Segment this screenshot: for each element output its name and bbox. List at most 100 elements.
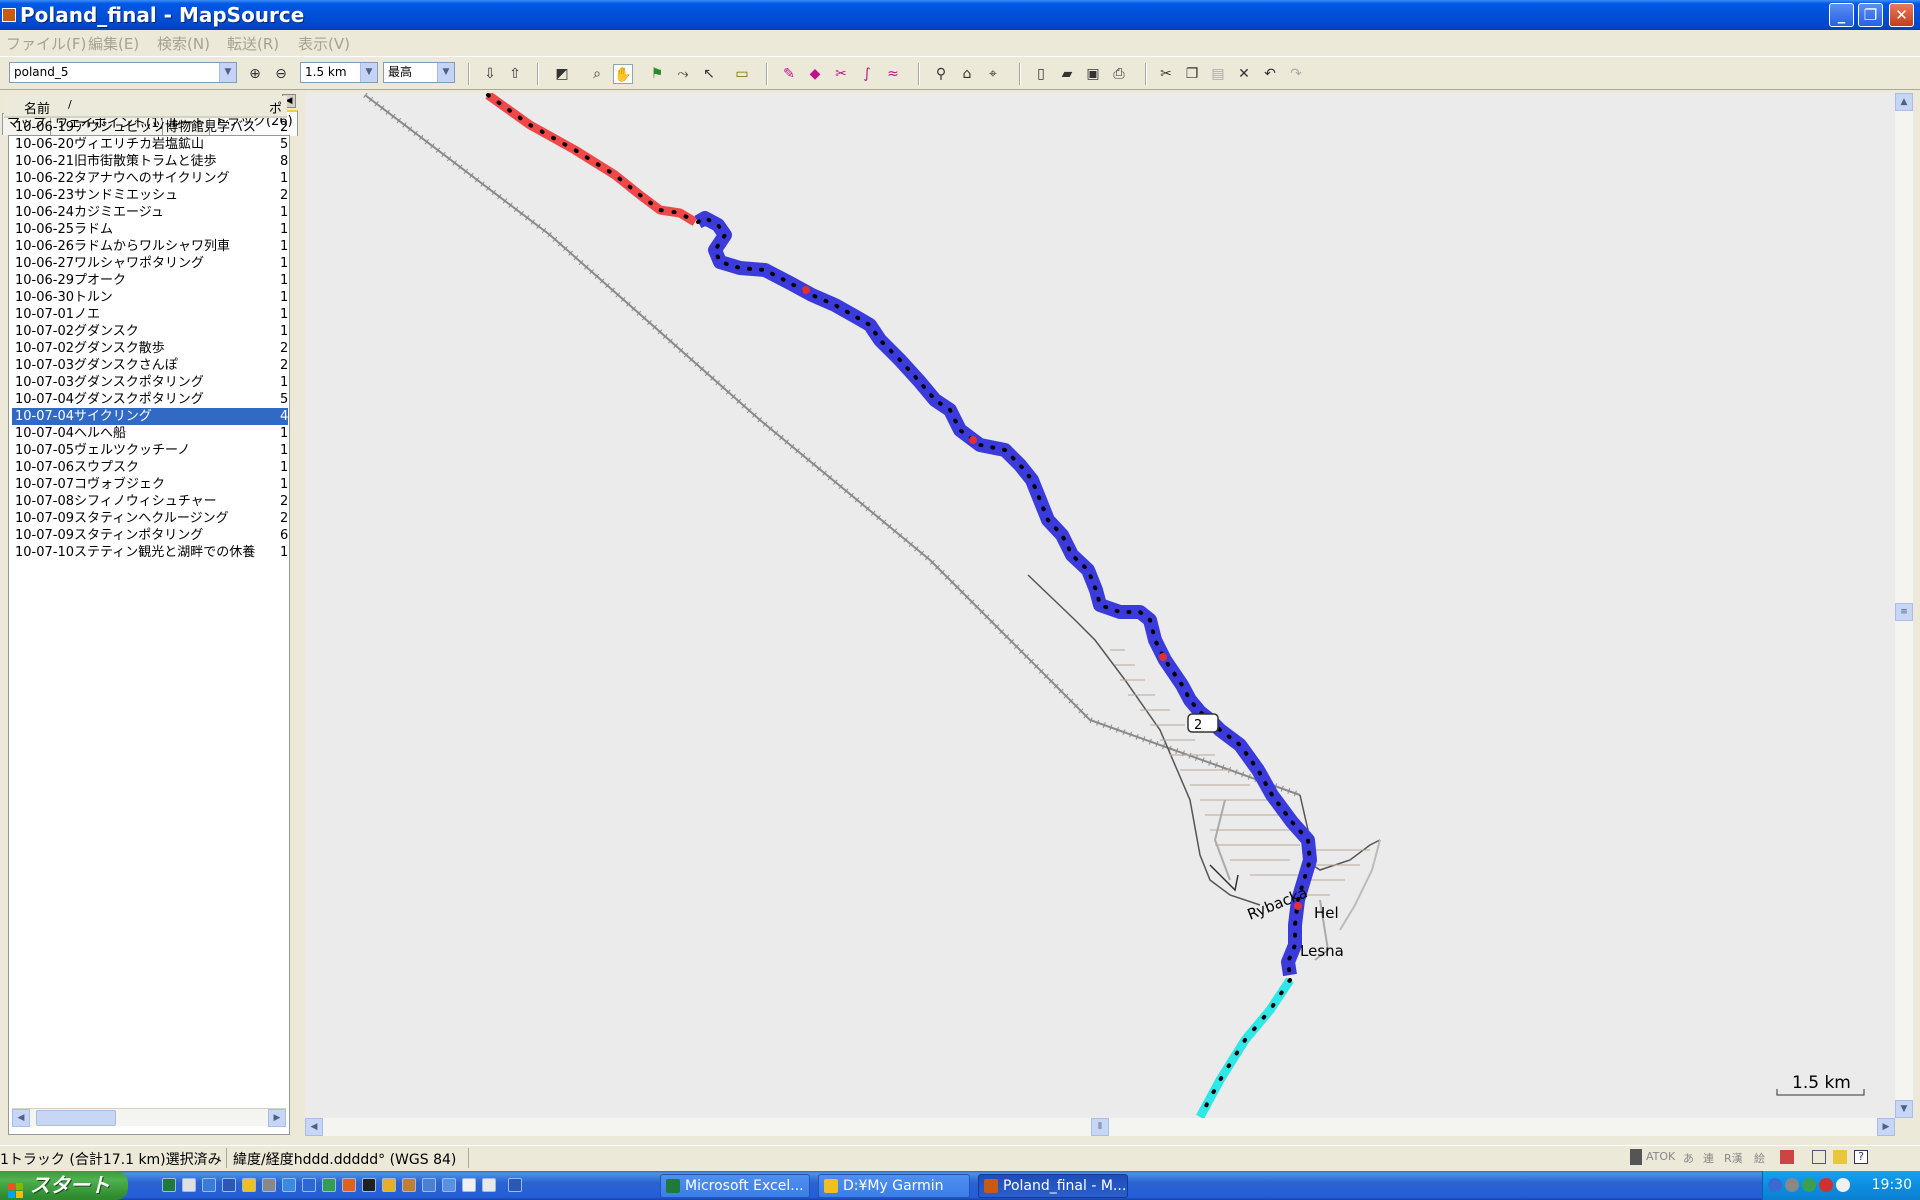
divide-track-icon[interactable]: ✂ <box>831 64 851 84</box>
column-name-header[interactable]: 名前 <box>24 98 50 117</box>
selection-tool-icon[interactable]: ↖ <box>699 64 719 84</box>
map-product-select[interactable]: poland_5 ▼ <box>9 62 237 83</box>
place-label-lesna[interactable]: Lesna <box>1300 942 1344 960</box>
ime-atok[interactable]: ATOK <box>1646 1150 1675 1163</box>
menu-file[interactable]: ファイル(F) <box>6 33 86 54</box>
track-row[interactable]: 10-07-09スタティンへクルージング 2 <box>12 510 288 527</box>
track-row[interactable]: 10-06-25ラドム 1 <box>12 221 288 238</box>
chevron-down-icon[interactable]: ▼ <box>219 63 236 82</box>
track-row[interactable]: 10-06-19アウシュビッツ博物館見学バス 2 <box>12 119 288 136</box>
track-row[interactable]: 10-07-03グダンスクポタリング 1 <box>12 374 288 391</box>
security-icon[interactable] <box>1785 1178 1799 1192</box>
zoom-in-icon[interactable]: ⊕ <box>245 64 265 84</box>
track-row[interactable]: 10-07-08シフィノウィシュチャー 2 <box>12 493 288 510</box>
track-row[interactable]: 10-07-10ステティン観光と湖畔での休養 1 <box>12 544 288 561</box>
find-icon[interactable]: ⚲ <box>931 64 951 84</box>
ime-dict-icon[interactable] <box>1833 1150 1847 1164</box>
firefox-quicklaunch-icon[interactable] <box>342 1178 356 1192</box>
scroll-left-icon[interactable]: ◀ <box>305 1118 323 1136</box>
scrollbar-thumb[interactable]: ⦀ <box>1091 1118 1109 1136</box>
track-row[interactable]: 10-06-30トルン 1 <box>12 289 288 306</box>
cut-icon[interactable]: ✂ <box>1156 64 1176 84</box>
track-row[interactable]: 10-06-21旧市街散策トラムと徒歩 8 <box>12 153 288 170</box>
tool-quicklaunch-icon[interactable] <box>262 1178 276 1192</box>
track-row[interactable]: 10-06-22タアナウへのサイクリング 1 <box>12 170 288 187</box>
title-bar[interactable]: Poland_final - MapSource _ ❐ ✕ <box>0 0 1920 30</box>
minimize-button[interactable]: _ <box>1829 3 1854 27</box>
ime-mode[interactable]: あ <box>1683 1150 1694 1166</box>
folder-quicklaunch-icon[interactable] <box>242 1178 256 1192</box>
zoom-out-icon[interactable]: ⊖ <box>271 64 291 84</box>
track-row[interactable]: 10-06-24カジミエージュ 1 <box>12 204 288 221</box>
waypoint-tool-icon[interactable]: ⚑ <box>647 64 667 84</box>
track-row[interactable]: 10-07-02グダンスク散歩 2 <box>12 340 288 357</box>
track-row[interactable]: 10-07-04グダンスクポタリング 5 <box>12 391 288 408</box>
ime-grip-icon[interactable] <box>1630 1149 1642 1165</box>
ime-help-icon[interactable]: ? <box>1854 1150 1868 1164</box>
map-vscrollbar[interactable]: ▲ ≡ ▼ <box>1895 93 1913 1118</box>
find-nearby-icon[interactable]: ⌖ <box>983 64 1003 84</box>
hand-tool-icon[interactable]: ✋ <box>613 64 633 84</box>
update-icon[interactable] <box>1802 1178 1816 1192</box>
close-button[interactable]: ✕ <box>1889 3 1914 27</box>
task-my-garmin-folder[interactable]: D:¥My Garmin <box>818 1174 970 1198</box>
scroll-right-icon[interactable]: ▶ <box>268 1109 286 1127</box>
menu-transfer[interactable]: 転送(R) <box>227 33 279 54</box>
open-folder-icon[interactable]: ▰ <box>1057 64 1077 84</box>
erase-tool-icon[interactable]: ✎ <box>779 64 799 84</box>
excel-quicklaunch-icon[interactable] <box>162 1178 176 1192</box>
track-row[interactable]: 10-07-03グダンスクさんぽ 2 <box>12 357 288 374</box>
ie-quicklaunch-icon[interactable] <box>202 1178 216 1192</box>
track-row[interactable]: 10-07-01ノエ 1 <box>12 306 288 323</box>
track-row[interactable]: 10-06-29プオーク 1 <box>12 272 288 289</box>
measure-tool-icon[interactable]: ▭ <box>732 64 752 84</box>
garmin-quicklaunch-icon[interactable] <box>508 1178 522 1192</box>
delete-icon[interactable]: ✕ <box>1234 64 1254 84</box>
scroll-down-icon[interactable]: ▼ <box>1895 1100 1913 1118</box>
route-tool-icon[interactable]: ⤳ <box>673 64 693 84</box>
clock[interactable]: 19:30 <box>1872 1177 1912 1193</box>
map-view[interactable]: 2 Rybacka Hel Lesna <box>305 93 1895 1118</box>
ime-conversion[interactable]: 連 <box>1703 1150 1714 1166</box>
track-row[interactable]: 10-07-04サイクリング 4 <box>12 408 288 425</box>
save-icon[interactable]: ▣ <box>1083 64 1103 84</box>
eraser-icon[interactable]: ◆ <box>805 64 825 84</box>
receive-from-device-icon[interactable]: ⇩ <box>480 64 500 84</box>
chrome-quicklaunch-icon[interactable] <box>382 1178 396 1192</box>
map-tool-icon[interactable]: ◩ <box>552 64 572 84</box>
join-track-icon[interactable]: ∫ <box>857 64 877 84</box>
app-quicklaunch-icon[interactable] <box>402 1178 416 1192</box>
start-button[interactable]: スタート <box>0 1171 128 1200</box>
track-row[interactable]: 10-07-05ヴェルツクッチーノ 1 <box>12 442 288 459</box>
task-excel[interactable]: Microsoft Excel... <box>660 1174 810 1198</box>
ime-toolbar[interactable]: ATOK あ 連 R漢 絵 ? <box>1630 1147 1920 1167</box>
network-icon[interactable] <box>1768 1178 1782 1192</box>
ime-romaji[interactable]: R漢 <box>1724 1150 1743 1166</box>
connect-track-icon[interactable]: ≈ <box>883 64 903 84</box>
task-mapsource[interactable]: Poland_final - M... <box>978 1174 1128 1198</box>
track-row[interactable]: 10-07-07コヴォブジェク 1 <box>12 476 288 493</box>
paste-icon[interactable]: ▤ <box>1208 64 1228 84</box>
chevron-down-icon[interactable]: ▼ <box>437 63 454 82</box>
desktop-quicklaunch-icon[interactable] <box>482 1178 496 1192</box>
column-points-header[interactable]: ポ <box>269 98 282 117</box>
copy-icon[interactable]: ❐ <box>1182 64 1202 84</box>
menu-find[interactable]: 検索(N) <box>157 33 210 54</box>
zoom-scale-select[interactable]: 1.5 km ▼ <box>300 62 378 83</box>
photo-quicklaunch-icon[interactable] <box>442 1178 456 1192</box>
maximize-button[interactable]: ❐ <box>1858 3 1883 27</box>
scroll-up-icon[interactable]: ▲ <box>1895 93 1913 111</box>
scrollbar-thumb[interactable] <box>36 1110 116 1126</box>
track-list-hscrollbar[interactable]: ◀ ▶ <box>12 1108 286 1127</box>
outlook-quicklaunch-icon[interactable] <box>182 1178 196 1192</box>
redo-icon[interactable]: ↷ <box>1286 64 1306 84</box>
track-row[interactable]: 10-06-27ワルシャワポタリング 1 <box>12 255 288 272</box>
track-row[interactable]: 10-07-04ヘルへ船 1 <box>12 425 288 442</box>
scroll-left-icon[interactable]: ◀ <box>12 1109 30 1127</box>
ime-tool-icon[interactable] <box>1780 1150 1794 1164</box>
send-to-device-icon[interactable]: ⇧ <box>505 64 525 84</box>
undo-icon[interactable]: ↶ <box>1260 64 1280 84</box>
new-file-icon[interactable]: ▯ <box>1031 64 1051 84</box>
print-icon[interactable]: ⎙ <box>1109 64 1129 84</box>
ime-pad-icon[interactable] <box>1812 1150 1826 1164</box>
